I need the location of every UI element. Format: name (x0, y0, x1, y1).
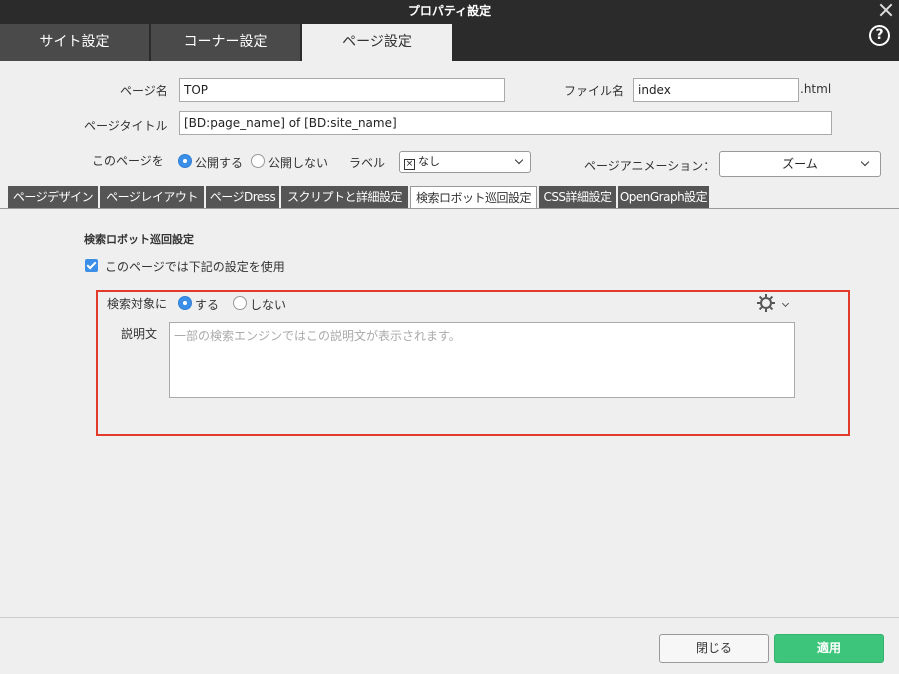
label-none-icon: × (404, 159, 415, 170)
gear-icon[interactable] (756, 293, 776, 313)
subtab-page-design[interactable]: ページデザイン (8, 186, 98, 208)
page-name-input[interactable]: TOP (179, 78, 505, 102)
search-target-no-label: しない (250, 298, 287, 312)
footer-divider (0, 617, 899, 618)
subtab-opengraph-settings[interactable]: OpenGraph設定 (618, 186, 709, 208)
tab-divider (0, 208, 899, 209)
animation-select[interactable]: ズーム (719, 151, 881, 177)
apply-button[interactable]: 適用 (774, 634, 884, 663)
file-name-label: ファイル名 (564, 84, 625, 98)
chevron-down-icon (514, 155, 524, 165)
subtab-robot-settings[interactable]: 検索ロボット巡回設定 (410, 186, 537, 208)
label-label: ラベル (349, 156, 386, 170)
chevron-down-icon (860, 157, 870, 167)
window-title: プロパティ設定 (407, 4, 492, 18)
publish-on-label: 公開する (195, 156, 244, 170)
tab-site-settings[interactable]: サイト設定 (0, 24, 149, 61)
file-name-input[interactable]: index (633, 78, 799, 102)
tab-page-settings[interactable]: ページ設定 (302, 24, 452, 61)
tab-corner-settings[interactable]: コーナー設定 (151, 24, 300, 61)
page-title-input[interactable]: [BD:page_name] of [BD:site_name] (179, 111, 832, 135)
use-settings-checkbox[interactable] (85, 259, 98, 272)
search-target-yes-radio[interactable] (178, 296, 192, 310)
close-button[interactable]: 閉じる (659, 634, 769, 663)
section-title: 検索ロボット巡回設定 (84, 233, 194, 246)
file-extension: .html (800, 82, 832, 96)
animation-select-value: ズーム (782, 157, 818, 171)
subtab-page-layout[interactable]: ページレイアウト (100, 186, 204, 208)
help-icon[interactable]: ? (869, 25, 890, 46)
publish-off-radio[interactable] (251, 154, 265, 168)
subtab-script-settings[interactable]: スクリプトと詳細設定 (281, 186, 408, 208)
search-target-no-radio[interactable] (233, 296, 247, 310)
close-icon[interactable] (879, 2, 893, 16)
use-settings-label: このページでは下記の設定を使用 (105, 260, 285, 274)
publish-on-radio[interactable] (178, 154, 192, 168)
top-tab-bar: サイト設定 コーナー設定 ページ設定 ? (0, 23, 899, 61)
description-placeholder: 一部の検索エンジンではこの説明文が表示されます。 (174, 329, 461, 343)
publish-label: このページを (92, 154, 164, 168)
publish-off-label: 公開しない (268, 156, 329, 170)
window-titlebar: プロパティ設定 (0, 0, 899, 23)
page-title-label: ページタイトル (84, 119, 168, 133)
label-select-value: なし (418, 155, 440, 168)
subtab-page-dress[interactable]: ページDress (206, 186, 279, 208)
description-textarea[interactable]: 一部の検索エンジンではこの説明文が表示されます。 (169, 322, 795, 398)
description-label: 説明文 (121, 327, 158, 341)
label-select[interactable]: × なし (399, 151, 531, 173)
search-target-label: 検索対象に (107, 297, 168, 311)
animation-label: ページアニメーション： (584, 159, 716, 173)
page-name-label: ページ名 (120, 84, 168, 98)
subtab-css-settings[interactable]: CSS詳細設定 (539, 186, 616, 208)
search-target-yes-label: する (195, 298, 220, 312)
